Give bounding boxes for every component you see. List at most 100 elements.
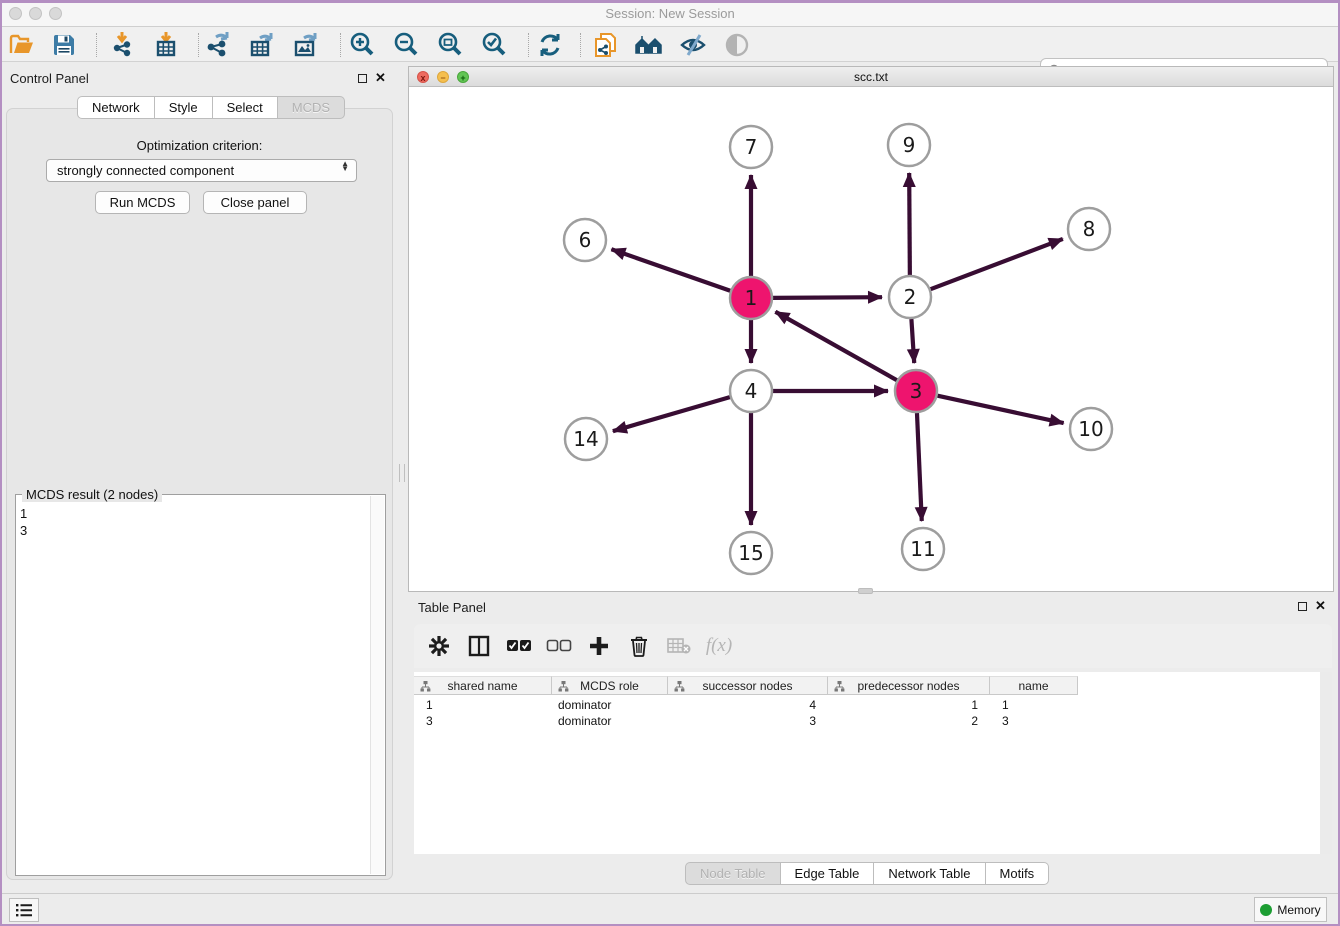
graph-node-11[interactable]: 11	[902, 528, 944, 570]
unselect-all-icon[interactable]	[546, 633, 572, 659]
close-panel-button[interactable]: Close panel	[203, 191, 307, 214]
graph-edge-1-2[interactable]	[773, 297, 882, 298]
memory-button[interactable]: Memory	[1254, 897, 1327, 922]
cell-successor-nodes: 4	[668, 697, 828, 713]
optimization-criterion-select[interactable]: strongly connected component ▲▼	[46, 159, 357, 182]
column-label: name	[1018, 679, 1048, 693]
tab-network-table[interactable]: Network Table	[874, 862, 985, 885]
zoom-selected-icon[interactable]	[479, 31, 509, 59]
column-label: shared name	[447, 679, 517, 693]
network-window-titlebar[interactable]: x − + scc.txt	[409, 67, 1333, 87]
zoom-in-icon[interactable]	[347, 31, 377, 59]
graph-node-4[interactable]: 4	[730, 370, 772, 412]
result-line: 3	[20, 522, 369, 539]
column-header-predecessor-nodes[interactable]: predecessor nodes	[828, 676, 990, 695]
hide-selected-icon[interactable]	[678, 31, 708, 59]
float-panel-icon[interactable]	[358, 74, 367, 83]
show-all-icon	[722, 31, 752, 59]
column-header-successor-nodes[interactable]: successor nodes	[668, 676, 828, 695]
first-neighbors-icon[interactable]	[634, 31, 664, 59]
graph-node-15[interactable]: 15	[730, 532, 772, 574]
apply-layout-icon[interactable]	[535, 31, 565, 59]
cell-predecessor-nodes: 1	[828, 697, 990, 713]
window-title: Session: New Session	[0, 6, 1340, 21]
optimization-criterion-label: Optimization criterion:	[7, 138, 392, 153]
graph-edge-2-9[interactable]	[909, 173, 910, 275]
graph-edge-1-6[interactable]	[611, 249, 730, 291]
hierarchy-icon	[834, 681, 845, 692]
column-header-shared-name[interactable]: shared name	[414, 676, 552, 695]
tab-mcds[interactable]: MCDS	[278, 96, 345, 119]
network-window-title: scc.txt	[409, 70, 1333, 84]
graph-node-6[interactable]: 6	[564, 219, 606, 261]
control-panel-window-buttons: ✕	[358, 73, 386, 83]
task-history-button[interactable]	[9, 898, 39, 922]
tab-network[interactable]: Network	[77, 96, 155, 119]
zoom-out-icon[interactable]	[391, 31, 421, 59]
graph-node-label: 3	[910, 379, 923, 403]
graph-edge-3-1[interactable]	[775, 312, 896, 380]
mcds-result-box: MCDS result (2 nodes) 1 3	[15, 494, 386, 876]
graph-edge-3-11[interactable]	[917, 413, 922, 521]
table-panel-title: Table Panel	[418, 600, 486, 615]
graph-node-7[interactable]: 7	[730, 126, 772, 168]
tab-motifs[interactable]: Motifs	[986, 862, 1050, 885]
graph-edge-2-8[interactable]	[931, 239, 1063, 289]
network-graph[interactable]: 7 9 6 8 1 2 4 3 14 10 15 11	[409, 87, 1333, 591]
column-label: successor nodes	[702, 679, 792, 693]
hierarchy-icon	[558, 681, 569, 692]
column-header-mcds-role[interactable]: MCDS role	[552, 676, 668, 695]
graph-node-1[interactable]: 1	[730, 277, 772, 319]
zoom-fit-icon[interactable]	[435, 31, 465, 59]
import-table-icon[interactable]	[151, 31, 181, 59]
vertical-splitter[interactable]	[399, 464, 405, 482]
node-table: shared name MCDS role successor nodes pr…	[414, 672, 1332, 854]
select-all-icon[interactable]	[506, 633, 532, 659]
graph-node-3[interactable]: 3	[895, 370, 937, 412]
column-header-name[interactable]: name	[990, 676, 1078, 695]
show-hide-columns-icon[interactable]	[466, 633, 492, 659]
graph-edge-4-14[interactable]	[613, 397, 730, 431]
graph-edge-2-3[interactable]	[911, 319, 914, 363]
create-column-icon[interactable]	[586, 633, 612, 659]
graph-node-10[interactable]: 10	[1070, 408, 1112, 450]
graph-node-2[interactable]: 2	[889, 276, 931, 318]
graph-node-label: 15	[738, 541, 763, 565]
graph-node-9[interactable]: 9	[888, 124, 930, 166]
tab-node-table[interactable]: Node Table	[685, 862, 781, 885]
result-line: 1	[20, 505, 369, 522]
toolbar-separator	[96, 33, 97, 57]
tab-style[interactable]: Style	[155, 96, 213, 119]
run-mcds-button[interactable]: Run MCDS	[95, 191, 190, 214]
delete-columns-icon[interactable]	[626, 633, 652, 659]
close-table-panel-icon[interactable]: ✕	[1315, 601, 1326, 611]
export-table-icon[interactable]	[247, 31, 277, 59]
column-label: predecessor nodes	[857, 679, 959, 693]
open-session-icon[interactable]	[7, 31, 37, 59]
result-scrollbar[interactable]	[370, 496, 384, 874]
toolbar-separator	[340, 33, 341, 57]
cell-name: 3	[990, 713, 1078, 729]
table-mode-gear-icon[interactable]	[426, 633, 452, 659]
tab-edge-table[interactable]: Edge Table	[781, 862, 875, 885]
save-session-icon[interactable]	[49, 31, 79, 59]
table-scrollbar[interactable]	[1320, 672, 1332, 854]
float-table-panel-icon[interactable]	[1298, 602, 1307, 611]
table-row[interactable]: 1 dominator 4 1 1	[414, 697, 1078, 713]
export-image-icon[interactable]	[291, 31, 321, 59]
clone-network-icon[interactable]	[590, 31, 620, 59]
horizontal-splitter[interactable]	[858, 588, 873, 594]
toolbar-separator	[528, 33, 529, 57]
tab-select[interactable]: Select	[213, 96, 278, 119]
mcds-result-text[interactable]: 1 3	[20, 505, 369, 873]
table-row[interactable]: 3 dominator 3 2 3	[414, 713, 1078, 729]
graph-node-8[interactable]: 8	[1068, 208, 1110, 250]
import-network-icon[interactable]	[107, 31, 137, 59]
export-network-icon[interactable]	[203, 31, 233, 59]
graph-node-14[interactable]: 14	[565, 418, 607, 460]
graph-edge-3-10[interactable]	[937, 396, 1063, 423]
main-toolbar	[0, 27, 1340, 62]
cell-shared-name: 3	[414, 713, 552, 729]
close-panel-icon[interactable]: ✕	[375, 73, 386, 83]
graph-node-label: 1	[745, 286, 758, 310]
